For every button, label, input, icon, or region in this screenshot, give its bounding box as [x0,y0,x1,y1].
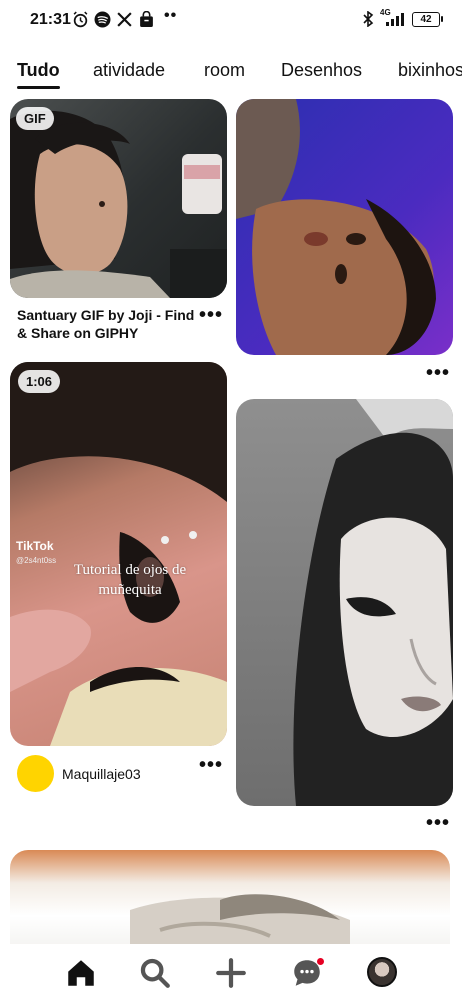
creator-name[interactable]: Maquillaje03 [62,766,141,782]
tab-atividade[interactable]: atividade [93,60,165,81]
pin-giphy-title[interactable]: Santuary GIF by Joji - Find & Share on G… [17,306,202,342]
video-overlay-text: Tutorial de ojos de muñequita [73,562,187,598]
shopping-bag-icon [140,11,153,27]
purple-portrait-photo [236,99,436,355]
pin-bw-portrait-image[interactable] [236,399,453,806]
pin-giphy-more-button[interactable]: ••• [199,305,223,325]
board-tabs: Tudo atividade room Desenhos bixinhos [0,58,462,92]
tab-room[interactable]: room [204,60,245,81]
signal-4g-icon: 4G [380,8,406,27]
pin-bw-more-button[interactable]: ••• [426,813,450,833]
bw-portrait-photo [293,399,453,806]
messages-button[interactable] [290,956,324,990]
tiktok-watermark: TikTok [16,539,54,553]
alarm-icon [73,11,88,28]
x-icon [117,12,132,27]
gif-badge: GIF [16,107,54,130]
video-duration-badge: 1:06 [18,370,61,393]
profile-icon[interactable] [367,957,397,987]
bottom-navigation [0,944,462,1000]
pin-tutorial-more-button[interactable]: ••• [199,755,223,775]
status-bar: 21:31 •• 4G 42 [0,0,462,40]
home-icon[interactable] [64,956,98,990]
notification-dot [317,958,324,965]
creator-avatar[interactable] [17,755,54,792]
tutorial-video-frame [10,362,227,746]
tab-tudo[interactable]: Tudo [17,60,60,81]
battery-indicator: 42 [412,11,443,27]
tiktok-username: @2s4nt0ss [16,556,57,565]
status-overflow: •• [164,7,178,24]
status-right: 4G 42 [362,8,443,27]
tab-bixinhos[interactable]: bixinhos [398,60,462,81]
create-icon[interactable] [214,956,248,990]
status-time: 21:31 [30,11,71,28]
pin-purple-portrait-image[interactable] [236,99,453,355]
spotify-icon [94,11,111,28]
pin-purple-more-button[interactable]: ••• [426,363,450,383]
search-icon[interactable] [138,956,172,990]
bluetooth-icon [363,11,374,27]
active-tab-indicator [17,86,60,89]
pin-giphy-image[interactable]: GIF [10,99,227,298]
pin-tutorial-video[interactable]: 1:06 TikTok @2s4nt0ss Tutorial de ojos d… [10,362,227,746]
tab-desenhos[interactable]: Desenhos [281,60,362,81]
